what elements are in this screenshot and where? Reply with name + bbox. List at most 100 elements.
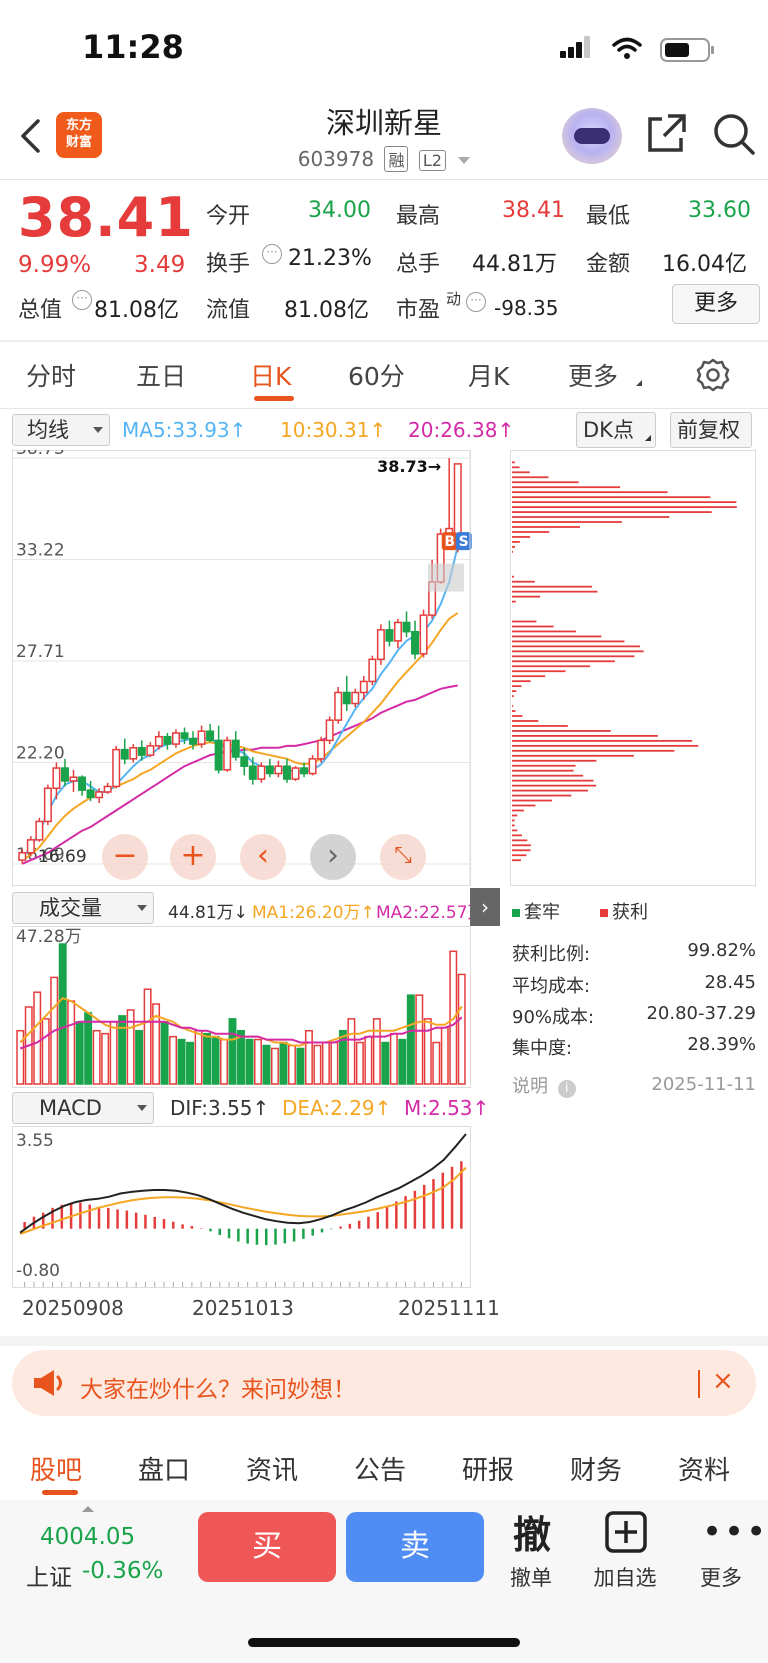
caret-down-icon [93, 427, 103, 433]
high-label: 最高 [396, 204, 441, 229]
pe-value: -98.35 [494, 296, 559, 320]
assistant-avatar-icon[interactable] [562, 108, 622, 164]
candle-body [163, 735, 172, 745]
volume-bar [118, 1015, 127, 1085]
avg-cost-label: 平均成本: [512, 976, 591, 997]
tab-five-day[interactable]: 五日 [136, 357, 186, 393]
index-change[interactable]: -0.36% [82, 1558, 163, 1584]
cancel-order-button[interactable]: 撤单 [486, 1562, 576, 1592]
add-watchlist-button[interactable]: 加自选 [580, 1562, 670, 1592]
tab-monthly-k[interactable]: 月K [468, 357, 509, 393]
change-amount: 3.49 [134, 252, 186, 278]
candle-body [240, 756, 249, 767]
macd-selector-label: MACD [39, 1096, 102, 1120]
chip-bar [512, 849, 531, 852]
sell-button[interactable]: 卖 [346, 1512, 484, 1582]
date-label-mid: 20251013 [192, 1296, 294, 1320]
tab-intraday[interactable]: 分时 [26, 357, 76, 393]
candle-body [95, 791, 104, 799]
legend-profit: 获利 [600, 898, 648, 924]
share-icon[interactable] [646, 112, 688, 154]
chip-note-link[interactable]: 说明 i [512, 1072, 576, 1098]
more-button[interactable]: 更多 [676, 1562, 766, 1592]
pe-label: 市盈 [396, 298, 441, 323]
search-icon[interactable] [712, 112, 756, 156]
index-name[interactable]: 上证 [26, 1558, 72, 1592]
macd-selector[interactable]: MACD [12, 1092, 154, 1124]
scroll-right-button[interactable]: › [310, 834, 356, 880]
candle-body [317, 739, 326, 760]
candle-body [402, 621, 411, 633]
pe-info-icon[interactable]: ··· [466, 292, 486, 312]
tab-60min[interactable]: 60分 [348, 357, 405, 393]
chip-date: 2025-11-11 [651, 1074, 756, 1095]
tab-profile[interactable]: 资料 [678, 1450, 730, 1487]
volume-bar [33, 991, 42, 1085]
dk-point-button[interactable]: DK点 [576, 412, 656, 448]
chip-bar [512, 660, 615, 663]
concentration-value: 28.39% [687, 1034, 756, 1055]
kline-price-tick: 22.20 [16, 744, 65, 764]
candle-body [18, 852, 27, 861]
chip-bar [512, 590, 598, 593]
expand-chevron-icon[interactable]: › [470, 888, 500, 926]
cancel-order-icon[interactable]: 撤 [508, 1504, 556, 1559]
more-quote-button[interactable]: 更多 [672, 284, 760, 324]
chip-bar [512, 794, 572, 797]
chip-bar [512, 550, 514, 553]
index-value[interactable]: 4004.05 [40, 1524, 135, 1550]
zoom-in-button[interactable]: + [170, 834, 216, 880]
zoom-out-button[interactable]: − [102, 834, 148, 880]
ma5-line [21, 546, 459, 859]
tab-finance[interactable]: 财务 [570, 1450, 622, 1487]
dif-line [19, 1133, 467, 1234]
fullscreen-icon[interactable]: ⤡ [380, 834, 426, 880]
info-circle-icon: i [557, 1080, 576, 1098]
profit-ratio-label: 获利比例: [512, 944, 591, 965]
legend-profit-label: 获利 [612, 902, 648, 923]
volume-bar [186, 1041, 195, 1085]
volume-bar [169, 1035, 178, 1085]
more-dots-icon[interactable]: ••• [702, 1512, 768, 1552]
chip-bar [512, 635, 602, 638]
kline-chart[interactable]: 38.7333.2227.7122.2016.6938.73→16.69BS [12, 450, 500, 886]
vol-ma1-readout: MA1:26.20万↑ [252, 903, 375, 923]
tab-forum[interactable]: 股吧 [30, 1450, 82, 1487]
chip-bar [512, 720, 539, 722]
candle-body [146, 745, 155, 756]
signal-icon [560, 36, 590, 58]
volume-selector[interactable]: 成交量 [12, 892, 154, 924]
chip-bar [512, 491, 668, 494]
tab-news[interactable]: 资讯 [246, 1450, 298, 1487]
scroll-left-button[interactable]: ‹ [240, 834, 286, 880]
chip-bar [512, 461, 515, 464]
tab-research[interactable]: 研报 [462, 1450, 514, 1487]
candle-body [231, 739, 240, 758]
candle-body [180, 732, 189, 740]
volume-bar [355, 1041, 364, 1085]
tab-order-book[interactable]: 盘口 [138, 1450, 190, 1487]
cost-band [428, 563, 464, 592]
tab-announcements[interactable]: 公告 [354, 1450, 406, 1487]
volume-bar [457, 973, 466, 1085]
dropdown-icon[interactable] [458, 157, 471, 164]
turnover-info-icon[interactable]: ··· [262, 244, 282, 264]
banner-close-icon[interactable]: × [712, 1366, 734, 1396]
volume-bar [440, 1026, 449, 1085]
chip-bar [512, 859, 521, 862]
megaphone-icon [34, 1370, 62, 1396]
tabs-divider [0, 408, 768, 409]
settings-gear-icon[interactable] [696, 358, 730, 392]
tab-daily-k[interactable]: 日K [250, 357, 291, 393]
active-tab-indicator [254, 396, 294, 401]
ma-selector[interactable]: 均线 [12, 414, 110, 446]
adjust-button[interactable]: 前复权 [670, 412, 752, 448]
wifi-icon [612, 37, 642, 59]
info-icon[interactable]: ··· [72, 290, 92, 310]
candle-body [351, 691, 360, 705]
volume-bar [347, 1018, 356, 1085]
tab-more[interactable]: 更多 [568, 357, 618, 393]
chip-bar [512, 824, 515, 827]
buy-button[interactable]: 买 [198, 1512, 336, 1582]
add-watch-icon[interactable] [604, 1510, 648, 1554]
